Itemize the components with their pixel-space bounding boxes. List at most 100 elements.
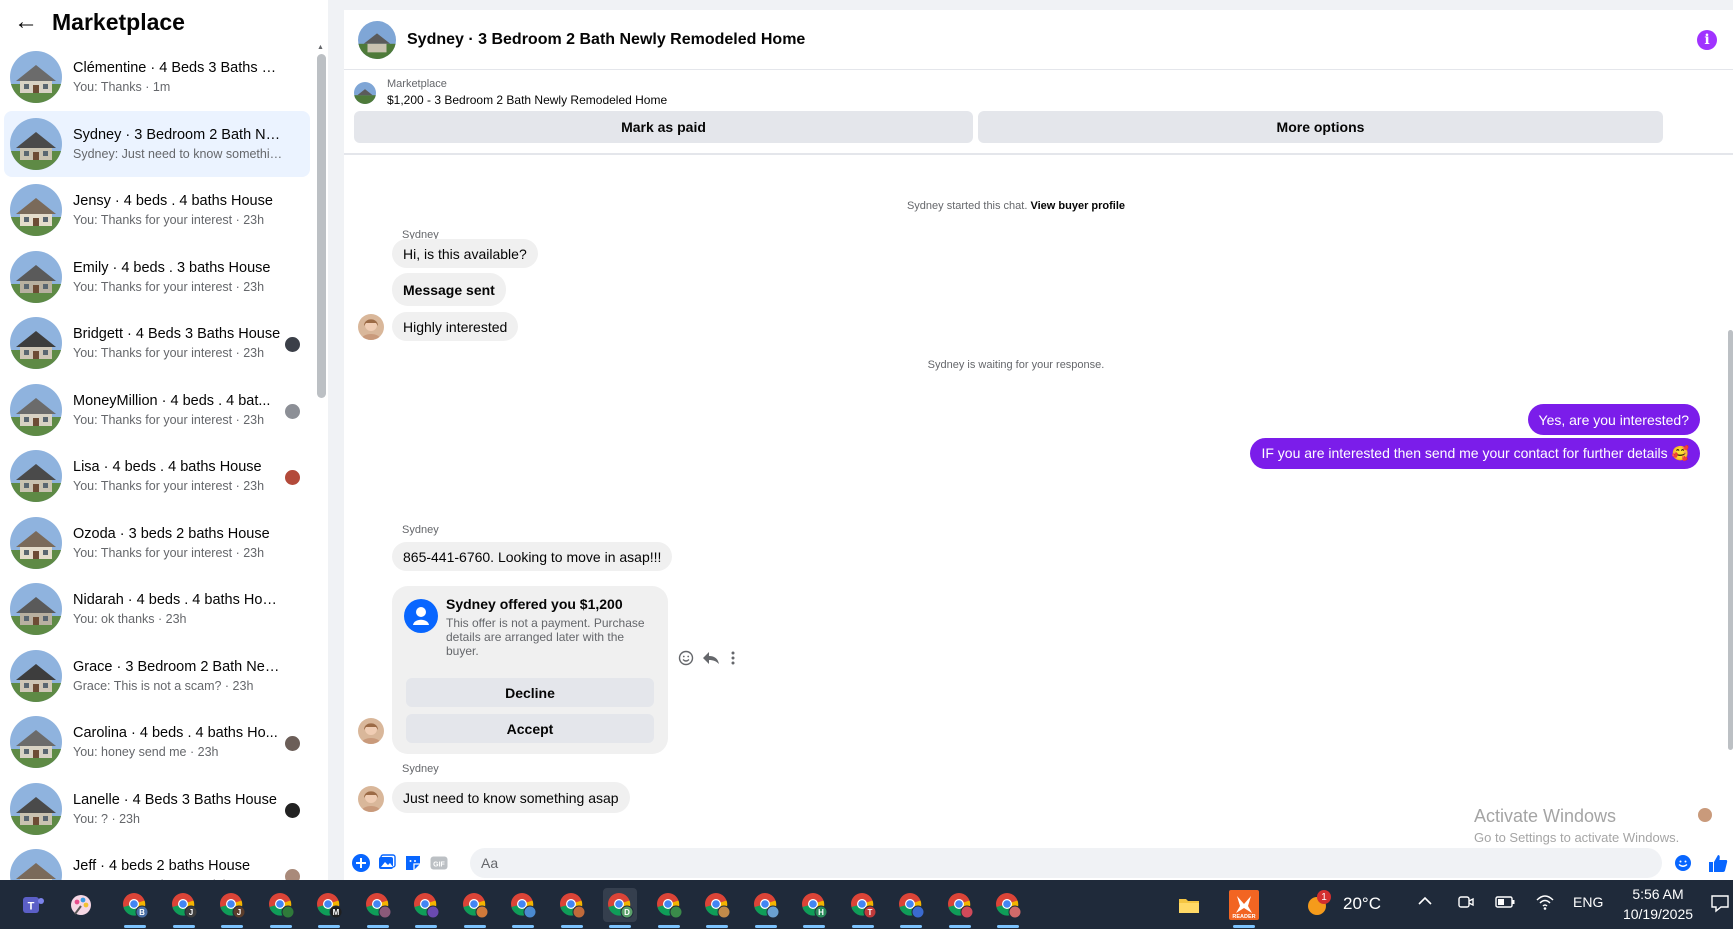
clock-date: 10/19/2025 xyxy=(1622,906,1694,922)
conversation-snippet: You: Thanks for your interest · 23h xyxy=(73,346,265,361)
sidebar-title: Marketplace xyxy=(52,8,185,35)
chrome-profile-icon[interactable] xyxy=(555,888,589,928)
profile-letter: H xyxy=(818,908,824,917)
meet-now-icon[interactable] xyxy=(1457,893,1475,916)
react-emoji-icon[interactable] xyxy=(678,650,694,666)
message-input[interactable]: Aa xyxy=(470,848,1662,878)
read-receipt-avatar xyxy=(285,403,300,419)
gif-icon[interactable]: GIF xyxy=(430,854,448,872)
chrome-profile-icon[interactable] xyxy=(894,888,928,928)
clock[interactable]: 5:56 AM 10/19/2025 xyxy=(1610,884,1706,924)
conversation-item[interactable]: Clémentine · 4 Beds 3 Baths Ho... You: Th… xyxy=(4,44,310,111)
conversation-item[interactable]: MoneyMillion · 4 beds . 4 bat... You: Tha… xyxy=(4,377,310,444)
conversation-item[interactable]: Lanelle · 4 Beds 3 Baths House You: ? · 2… xyxy=(4,776,310,843)
listing-thumbnail xyxy=(10,317,62,370)
chrome-profile-icon[interactable] xyxy=(700,888,734,928)
decline-button[interactable]: Decline xyxy=(406,678,654,707)
conversation-item[interactable]: Lisa · 4 beds . 4 baths House You: Thanks… xyxy=(4,443,310,510)
chrome-profile-icon[interactable] xyxy=(409,888,443,928)
chrome-profile-icon[interactable] xyxy=(991,888,1025,928)
more-options-button[interactable]: More options xyxy=(978,111,1663,143)
chrome-profile-icon[interactable] xyxy=(749,888,783,928)
temperature[interactable]: 20°C xyxy=(1343,894,1381,914)
scroll-up-icon[interactable]: ▲ xyxy=(317,44,324,51)
sender-name: Sydney xyxy=(402,524,439,536)
conversation-text: Clémentine · 4 Beds 3 Baths Ho... You: Th… xyxy=(73,60,283,94)
message-bubble[interactable]: Highly interested xyxy=(392,312,519,341)
sticker-icon[interactable] xyxy=(404,854,422,872)
chrome-profile-icon[interactable]: D xyxy=(603,888,637,928)
sydney-avatar[interactable] xyxy=(358,314,384,340)
plus-circle-icon[interactable] xyxy=(352,854,370,872)
header-divider xyxy=(344,153,1733,155)
conversation-item[interactable]: Bridgett · 4 Beds 3 Baths House You: Than… xyxy=(4,310,310,377)
message-bubble[interactable]: Hi, is this available? xyxy=(392,239,538,268)
chrome-profile-icon[interactable]: H xyxy=(797,888,831,928)
file-explorer-icon[interactable] xyxy=(1172,888,1206,922)
message-bubble[interactable]: 865-441-6760. Looking to move in asap!!! xyxy=(392,542,673,571)
listing-thumbnail xyxy=(10,649,62,702)
chat-title[interactable]: Sydney · 3 Bedroom 2 Bath Newly Remodele… xyxy=(407,31,805,49)
chrome-profile-icon[interactable]: M xyxy=(312,888,346,928)
thumbs-up-icon[interactable] xyxy=(1708,853,1728,873)
view-buyer-profile-link[interactable]: View buyer profile xyxy=(1030,200,1125,212)
conversation-item[interactable]: Emily · 4 beds . 3 baths House You: Thank… xyxy=(4,244,310,311)
chrome-profile-icon[interactable] xyxy=(458,888,492,928)
conversation-item[interactable]: Jensy · 4 beds . 4 baths House You: Thank… xyxy=(4,177,310,244)
teams-icon[interactable]: T xyxy=(16,888,50,922)
chevron-up-icon[interactable] xyxy=(1416,892,1434,915)
conversation-item[interactable]: Carolina · 4 beds . 4 baths Ho... You: ho… xyxy=(4,709,310,776)
pdf-reader-icon[interactable]: READER xyxy=(1227,888,1261,928)
chrome-profile-icon[interactable] xyxy=(943,888,977,928)
chat-listing-avatar[interactable] xyxy=(358,20,396,59)
chat-scroll-thumb[interactable] xyxy=(1728,330,1733,750)
more-dots-icon[interactable] xyxy=(728,650,738,666)
chat-scrollbar[interactable] xyxy=(1727,160,1733,800)
message-sent-bubble[interactable]: Message sent xyxy=(392,273,506,306)
chrome-profile-icon[interactable]: J xyxy=(215,888,249,928)
chrome-profile-icon[interactable] xyxy=(506,888,540,928)
back-arrow-icon[interactable]: ← xyxy=(14,10,38,34)
accept-button[interactable]: Accept xyxy=(406,714,654,743)
conversation-sidebar: ← Marketplace Clémentine · 4 Beds 3 Bath… xyxy=(0,0,328,880)
conversation-item[interactable]: Nidarah · 4 beds . 4 baths House You: ok … xyxy=(4,576,310,643)
outgoing-message-bubble[interactable]: Yes, are you interested? xyxy=(1527,404,1700,435)
weather-widget[interactable]: 1 xyxy=(1305,890,1331,923)
listing-thumbnail xyxy=(10,51,62,104)
marketplace-listing-bar[interactable]: Marketplace $1,200 - 3 Bedroom 2 Bath Ne… xyxy=(344,70,1733,107)
notification-icon[interactable] xyxy=(1710,893,1730,918)
chrome-profile-icon[interactable] xyxy=(264,888,298,928)
info-icon[interactable]: i xyxy=(1697,30,1717,50)
conversation-text: Lisa · 4 beds . 4 baths House You: Thanks… xyxy=(73,459,283,493)
chrome-profile-icon[interactable] xyxy=(652,888,686,928)
paint-icon[interactable] xyxy=(64,888,98,922)
windows-taskbar: T B J J M D H T READER 1 20°C ENG 5:56 AM 10/1… xyxy=(0,880,1733,929)
chrome-profile-icon[interactable] xyxy=(361,888,395,928)
conversation-item[interactable]: Jeff · 4 beds 2 baths HouseYou: IF you a… xyxy=(4,842,310,880)
conversation-item[interactable]: Ozoda · 3 beds 2 baths House You: Thanks … xyxy=(4,510,310,577)
chat-header: Sydney · 3 Bedroom 2 Bath Newly Remodele… xyxy=(344,10,1733,70)
chrome-profile-icon[interactable]: J xyxy=(167,888,201,928)
language-indicator[interactable]: ENG xyxy=(1573,894,1603,910)
conversation-title: Carolina · 4 beds . 4 baths Ho... xyxy=(73,725,278,742)
profile-letter: D xyxy=(624,908,630,917)
chrome-profile-icon[interactable]: T xyxy=(846,888,880,928)
reply-icon[interactable] xyxy=(702,650,720,666)
chrome-profile-icon[interactable]: B xyxy=(118,888,152,928)
photo-icon[interactable] xyxy=(378,854,396,872)
mark-as-paid-button[interactable]: Mark as paid xyxy=(354,111,973,143)
message-bubble[interactable]: Just need to know something asap xyxy=(392,782,630,813)
profile-letter: B xyxy=(139,908,145,917)
sydney-avatar[interactable] xyxy=(358,718,384,744)
conversation-text: Bridgett · 4 Beds 3 Baths House You: Than… xyxy=(73,326,283,360)
sidebar-scroll-thumb[interactable] xyxy=(317,54,326,398)
sydney-avatar[interactable] xyxy=(358,786,384,812)
battery-icon[interactable] xyxy=(1495,894,1515,915)
conversation-text: Nidarah · 4 beds . 4 baths House You: ok … xyxy=(73,592,283,626)
conversation-item[interactable]: Grace · 3 Bedroom 2 Bath Newly... Grace: … xyxy=(4,643,310,710)
wifi-icon[interactable] xyxy=(1535,893,1555,916)
sidebar-scrollbar[interactable]: ▲ xyxy=(317,44,327,880)
emoji-icon[interactable] xyxy=(1674,854,1692,872)
outgoing-message-bubble[interactable]: IF you are interested then send me your … xyxy=(1250,438,1700,469)
conversation-item[interactable]: Sydney · 3 Bedroom 2 Bath New... Sydney: … xyxy=(4,110,310,177)
